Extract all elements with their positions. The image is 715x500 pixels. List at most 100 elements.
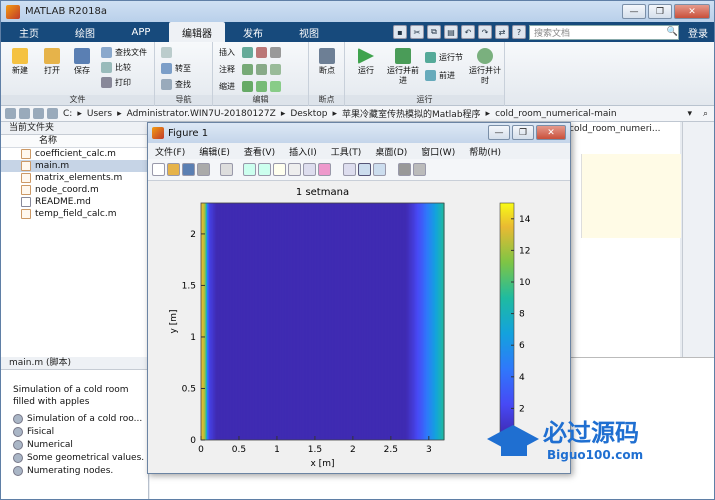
breakpoints-button[interactable]: 断点: [312, 48, 342, 76]
open-button[interactable]: 打开: [37, 48, 67, 76]
figure-close-button[interactable]: ✕: [536, 125, 566, 140]
tab-apps[interactable]: APP: [113, 22, 169, 42]
data-cursor-icon[interactable]: [303, 163, 316, 176]
compare-button[interactable]: 比较: [101, 62, 131, 73]
breadcrumb-folder[interactable]: cold_room_numerical-main: [493, 109, 619, 119]
menu-insert[interactable]: 插入(I): [282, 145, 324, 158]
file-row[interactable]: main.m: [1, 160, 148, 172]
browse-folder-icon[interactable]: [47, 108, 58, 119]
file-row[interactable]: node_coord.m: [1, 184, 148, 196]
copy-icon[interactable]: ⧉: [427, 25, 441, 39]
file-row[interactable]: coefficient_calc.m: [1, 148, 148, 160]
menu-file[interactable]: 文件(F): [148, 145, 192, 158]
tab-editor[interactable]: 编辑器: [169, 22, 225, 42]
find-files-button[interactable]: 查找文件: [101, 47, 147, 58]
section-item[interactable]: Numerical: [1, 438, 148, 451]
maximize-button[interactable]: ❐: [648, 4, 672, 19]
editor-scrollbar[interactable]: [682, 122, 714, 357]
goto-icon: [161, 63, 172, 74]
rotate-icon[interactable]: [288, 163, 301, 176]
new-button[interactable]: 新建: [5, 48, 35, 76]
minimize-button[interactable]: —: [622, 4, 646, 19]
undo-icon[interactable]: ↶: [461, 25, 475, 39]
redo-icon[interactable]: ↷: [478, 25, 492, 39]
forward-icon[interactable]: [19, 108, 30, 119]
section-item[interactable]: Numerating nodes.: [1, 464, 148, 477]
pan-icon[interactable]: [273, 163, 286, 176]
section-icon: [13, 465, 23, 476]
figure-minimize-button[interactable]: —: [488, 125, 510, 140]
print-button[interactable]: 打印: [101, 77, 131, 88]
save-icon[interactable]: ▪: [393, 25, 407, 39]
run-time-button[interactable]: 运行并计时: [469, 48, 501, 86]
back-forward-buttons[interactable]: [161, 47, 172, 58]
legend-icon[interactable]: [373, 163, 386, 176]
brush-icon[interactable]: [318, 163, 331, 176]
tab-publish[interactable]: 发布: [225, 22, 281, 42]
menu-window[interactable]: 窗口(W): [414, 145, 462, 158]
section-item[interactable]: Fisical: [1, 425, 148, 438]
file-row[interactable]: matrix_elements.m: [1, 172, 148, 184]
find-button[interactable]: 查找: [161, 79, 191, 90]
breadcrumb-admin[interactable]: Administrator.WIN7U-20180127Z: [125, 109, 278, 119]
login-button[interactable]: 登录: [682, 25, 714, 40]
zoom-in-icon[interactable]: [243, 163, 256, 176]
goto-button[interactable]: 转至: [161, 63, 191, 74]
watermark-text: 必过源码: [543, 419, 639, 447]
x-tick-label: 2.5: [384, 445, 398, 455]
file-row[interactable]: temp_field_calc.m: [1, 208, 148, 220]
breadcrumb-users[interactable]: Users: [85, 109, 114, 119]
save-button[interactable]: 保存: [67, 48, 97, 76]
name-column-header[interactable]: 名称: [1, 135, 148, 148]
help-icon[interactable]: ?: [512, 25, 526, 39]
run-button[interactable]: 运行: [351, 48, 381, 76]
menu-edit[interactable]: 编辑(E): [192, 145, 237, 158]
run-advance-icon: [395, 48, 411, 64]
file-row[interactable]: README.md: [1, 196, 148, 208]
menu-help[interactable]: 帮助(H): [462, 145, 508, 158]
indent-button[interactable]: 缩进: [219, 81, 281, 92]
menu-desktop[interactable]: 桌面(D): [368, 145, 414, 158]
comment-button[interactable]: 注释: [219, 64, 281, 75]
pointer-icon[interactable]: [220, 163, 233, 176]
new-figure-icon[interactable]: [152, 163, 165, 176]
figure-maximize-button[interactable]: ❐: [512, 125, 534, 140]
menu-view[interactable]: 查看(V): [237, 145, 282, 158]
up-folder-icon[interactable]: [33, 108, 44, 119]
print-icon[interactable]: [197, 163, 210, 176]
insert-button[interactable]: 插入: [219, 47, 281, 58]
x-axis-label: x [m]: [311, 459, 335, 469]
paste-icon[interactable]: ▤: [444, 25, 458, 39]
matlab-logo-icon: [6, 4, 20, 19]
hide-tools-icon[interactable]: [398, 163, 411, 176]
tab-home[interactable]: 主页: [1, 22, 57, 42]
run-section-button[interactable]: 运行节: [425, 52, 463, 63]
close-button[interactable]: ✕: [674, 4, 710, 19]
switch-windows-icon[interactable]: ⇄: [495, 25, 509, 39]
save-icon[interactable]: [182, 163, 195, 176]
address-search-icon[interactable]: ⌕: [703, 109, 708, 119]
address-bar[interactable]: C: ▸ Users ▸ Administrator.WIN7U-20180127Z…: [1, 106, 714, 122]
advance-button[interactable]: 前进: [425, 70, 455, 81]
search-input[interactable]: 搜索文档 🔍: [529, 24, 679, 40]
breadcrumb-desktop[interactable]: Desktop: [288, 109, 329, 119]
cut-icon[interactable]: ✂: [410, 25, 424, 39]
breadcrumb-drive[interactable]: C:: [61, 109, 74, 119]
address-dropdown-icon[interactable]: ▾: [687, 109, 692, 119]
x-tick-label: 1: [274, 445, 280, 455]
zoom-out-icon[interactable]: [258, 163, 271, 176]
dock-icon[interactable]: [413, 163, 426, 176]
section-item[interactable]: Some geometrical values.: [1, 451, 148, 464]
run-advance-button[interactable]: 运行并前进: [387, 48, 419, 86]
tab-view[interactable]: 视图: [281, 22, 337, 42]
colorbar-icon[interactable]: [358, 163, 371, 176]
open-icon[interactable]: [167, 163, 180, 176]
breadcrumb-project[interactable]: 苹果冷藏室传热模拟的Matlab程序: [340, 107, 483, 120]
tab-plots[interactable]: 绘图: [57, 22, 113, 42]
x-tick-label: 0.5: [232, 445, 246, 455]
link-icon[interactable]: [343, 163, 356, 176]
back-icon[interactable]: [5, 108, 16, 119]
menu-tools[interactable]: 工具(T): [324, 145, 369, 158]
section-item[interactable]: Simulation of a cold roo...: [1, 412, 148, 425]
section-icon: [13, 452, 23, 463]
